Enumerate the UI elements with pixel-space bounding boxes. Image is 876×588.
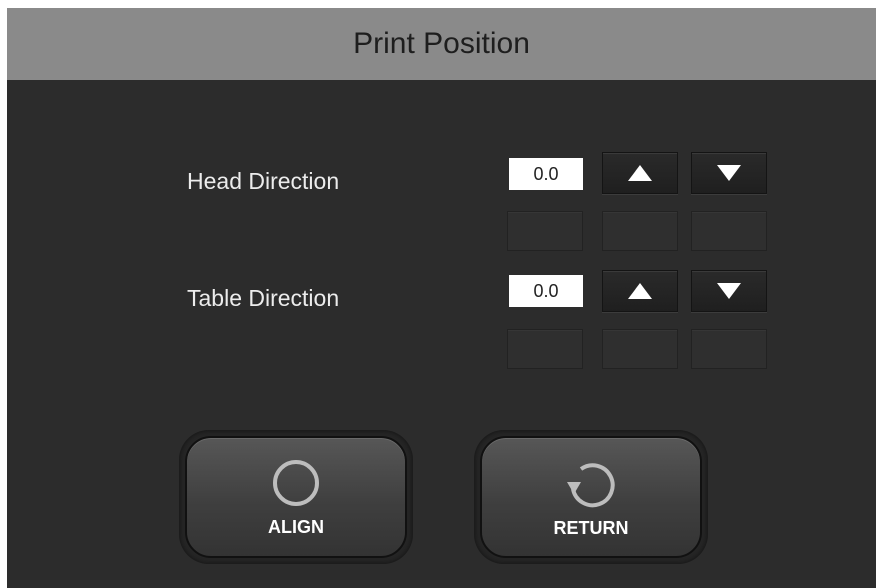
- title-bar: Print Position: [7, 8, 876, 80]
- circle-icon: [273, 459, 319, 506]
- arrow-up-icon: [628, 283, 652, 299]
- arrow-down-icon: [717, 165, 741, 181]
- table-direction-empty-cell: [691, 329, 767, 369]
- table-direction-empty-cell: [602, 329, 678, 369]
- return-button-well: RETURN: [474, 430, 708, 564]
- print-position-panel: Print Position Head Direction 0.0 Table …: [7, 8, 876, 588]
- arrow-down-icon: [717, 283, 741, 299]
- align-button-label: ALIGN: [268, 516, 324, 537]
- page-title: Print Position: [353, 27, 530, 60]
- arrow-up-icon: [628, 165, 652, 181]
- rotate-icon: [567, 462, 615, 507]
- return-button[interactable]: RETURN: [480, 436, 702, 558]
- table-direction-down-button[interactable]: [691, 270, 767, 312]
- return-button-label: RETURN: [553, 517, 629, 538]
- table-direction-up-button[interactable]: [602, 270, 678, 312]
- head-direction-empty-cell: [602, 211, 678, 251]
- head-direction-down-button[interactable]: [691, 152, 767, 194]
- table-direction-empty-cell: [507, 329, 583, 369]
- table-direction-label: Table Direction: [187, 285, 340, 311]
- table-direction-value[interactable]: 0.0: [509, 275, 583, 307]
- head-direction-up-button[interactable]: [602, 152, 678, 194]
- head-direction-label: Head Direction: [187, 168, 340, 194]
- head-direction-value[interactable]: 0.0: [509, 158, 583, 190]
- head-direction-empty-cell: [691, 211, 767, 251]
- align-button-well: ALIGN: [179, 430, 413, 564]
- head-direction-empty-cell: [507, 211, 583, 251]
- align-button[interactable]: ALIGN: [185, 436, 407, 558]
